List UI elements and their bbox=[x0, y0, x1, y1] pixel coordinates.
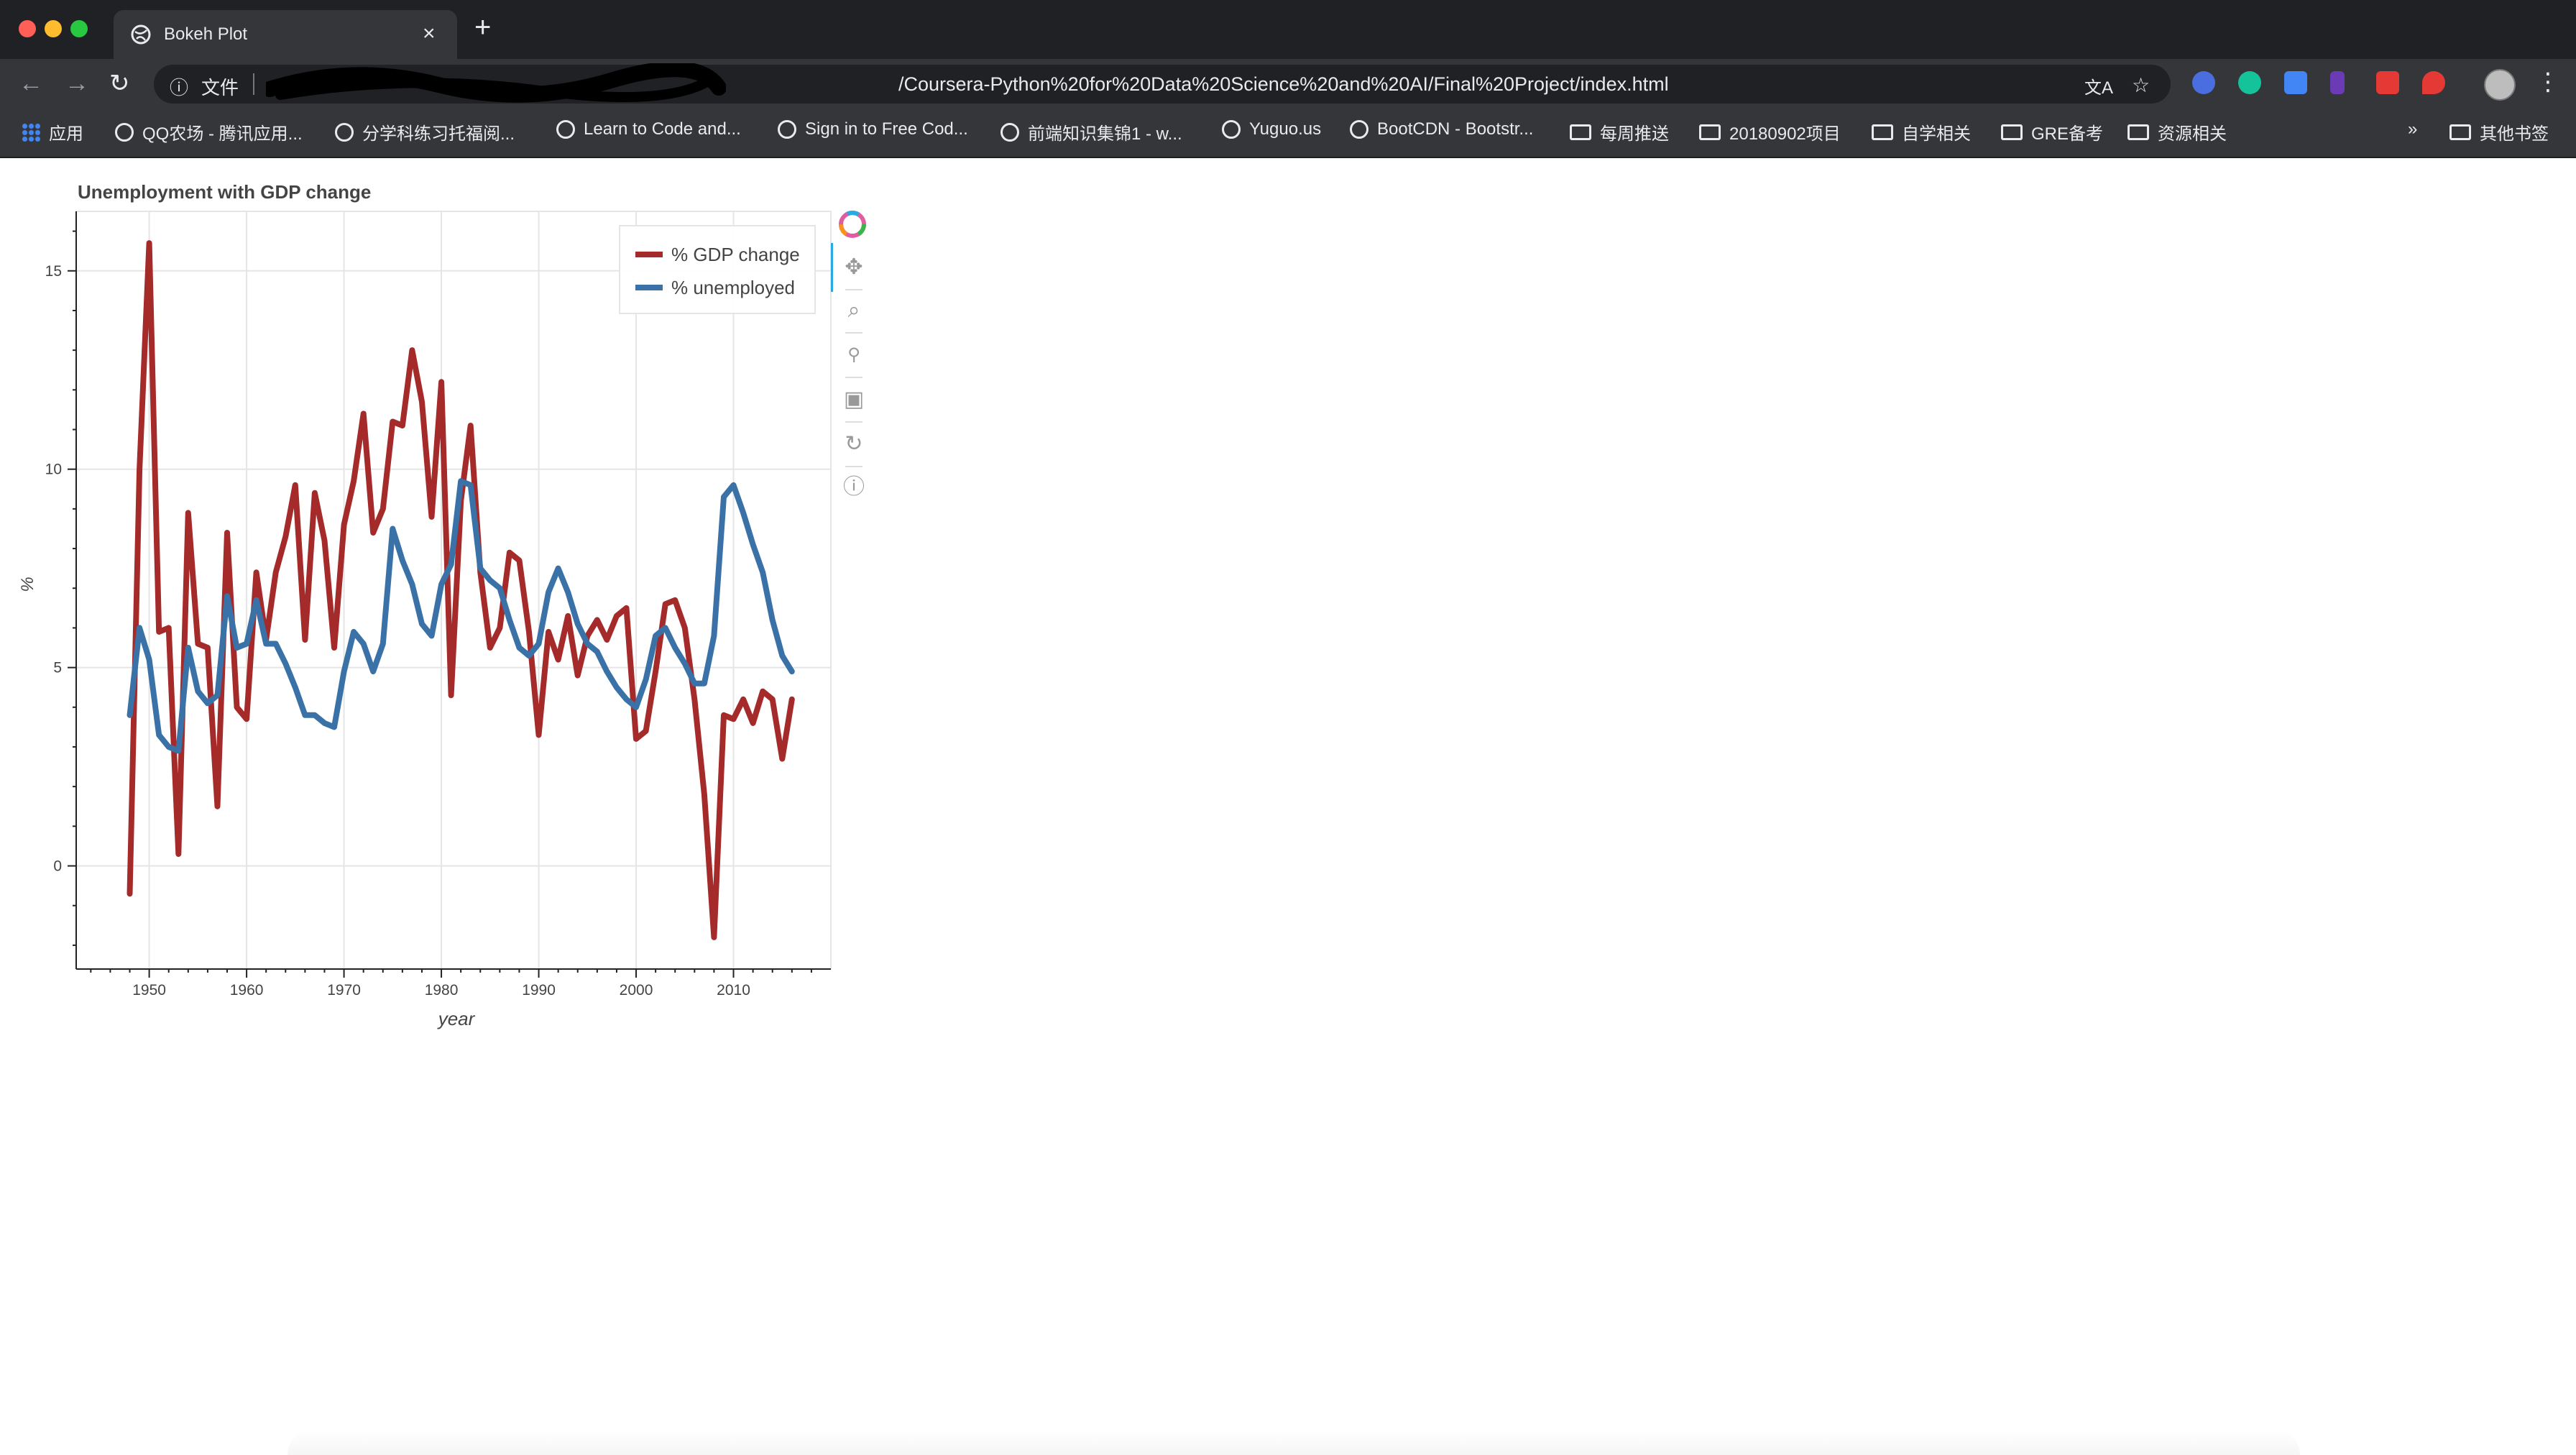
y-tick-label: 0 bbox=[53, 858, 62, 875]
y-tick-label: 15 bbox=[45, 263, 62, 280]
toolbar-divider bbox=[845, 377, 862, 378]
wheel-zoom-tool-icon[interactable]: ⚲ bbox=[840, 341, 868, 370]
x-tick-label: 1980 bbox=[425, 982, 459, 999]
toolbar-divider bbox=[845, 421, 862, 423]
help-tool-icon[interactable]: ⓘ bbox=[840, 473, 868, 502]
toolbar-divider bbox=[845, 466, 862, 467]
active-tool-indicator bbox=[831, 243, 833, 292]
pan-tool-icon[interactable]: ✥ bbox=[840, 253, 868, 282]
page-bottom-shadow bbox=[288, 1431, 2300, 1455]
x-tick-label: 1950 bbox=[132, 982, 166, 999]
legend-box bbox=[619, 225, 816, 314]
legend-label: % unemployed bbox=[671, 277, 795, 298]
chart-legend: % GDP change % unemployed bbox=[619, 225, 816, 314]
x-tick-label: 1970 bbox=[327, 982, 361, 999]
y-tick-label: 5 bbox=[53, 660, 62, 676]
x-tick-label: 1960 bbox=[230, 982, 264, 999]
y-axis-label: % bbox=[18, 577, 37, 592]
legend-label: % GDP change bbox=[671, 244, 800, 265]
save-tool-icon[interactable]: ▣ bbox=[840, 385, 868, 414]
toolbar-divider bbox=[845, 289, 862, 290]
y-tick-label: 10 bbox=[45, 462, 62, 478]
bokeh-logo-icon[interactable] bbox=[838, 210, 867, 239]
reset-tool-icon[interactable]: ↻ bbox=[840, 430, 868, 459]
line-chart[interactable]: 1950 1960 1970 1980 1990 2000 2010 0 5 10 15 year%%… bbox=[0, 0, 2576, 1455]
x-axis-label: year bbox=[437, 1008, 476, 1029]
x-tick-label: 1990 bbox=[522, 982, 556, 999]
x-tick-label: 2000 bbox=[620, 982, 653, 999]
box-zoom-tool-icon[interactable]: ⌕ bbox=[840, 296, 868, 325]
x-tick-label: 2010 bbox=[717, 982, 750, 999]
toolbar-divider bbox=[845, 332, 862, 334]
